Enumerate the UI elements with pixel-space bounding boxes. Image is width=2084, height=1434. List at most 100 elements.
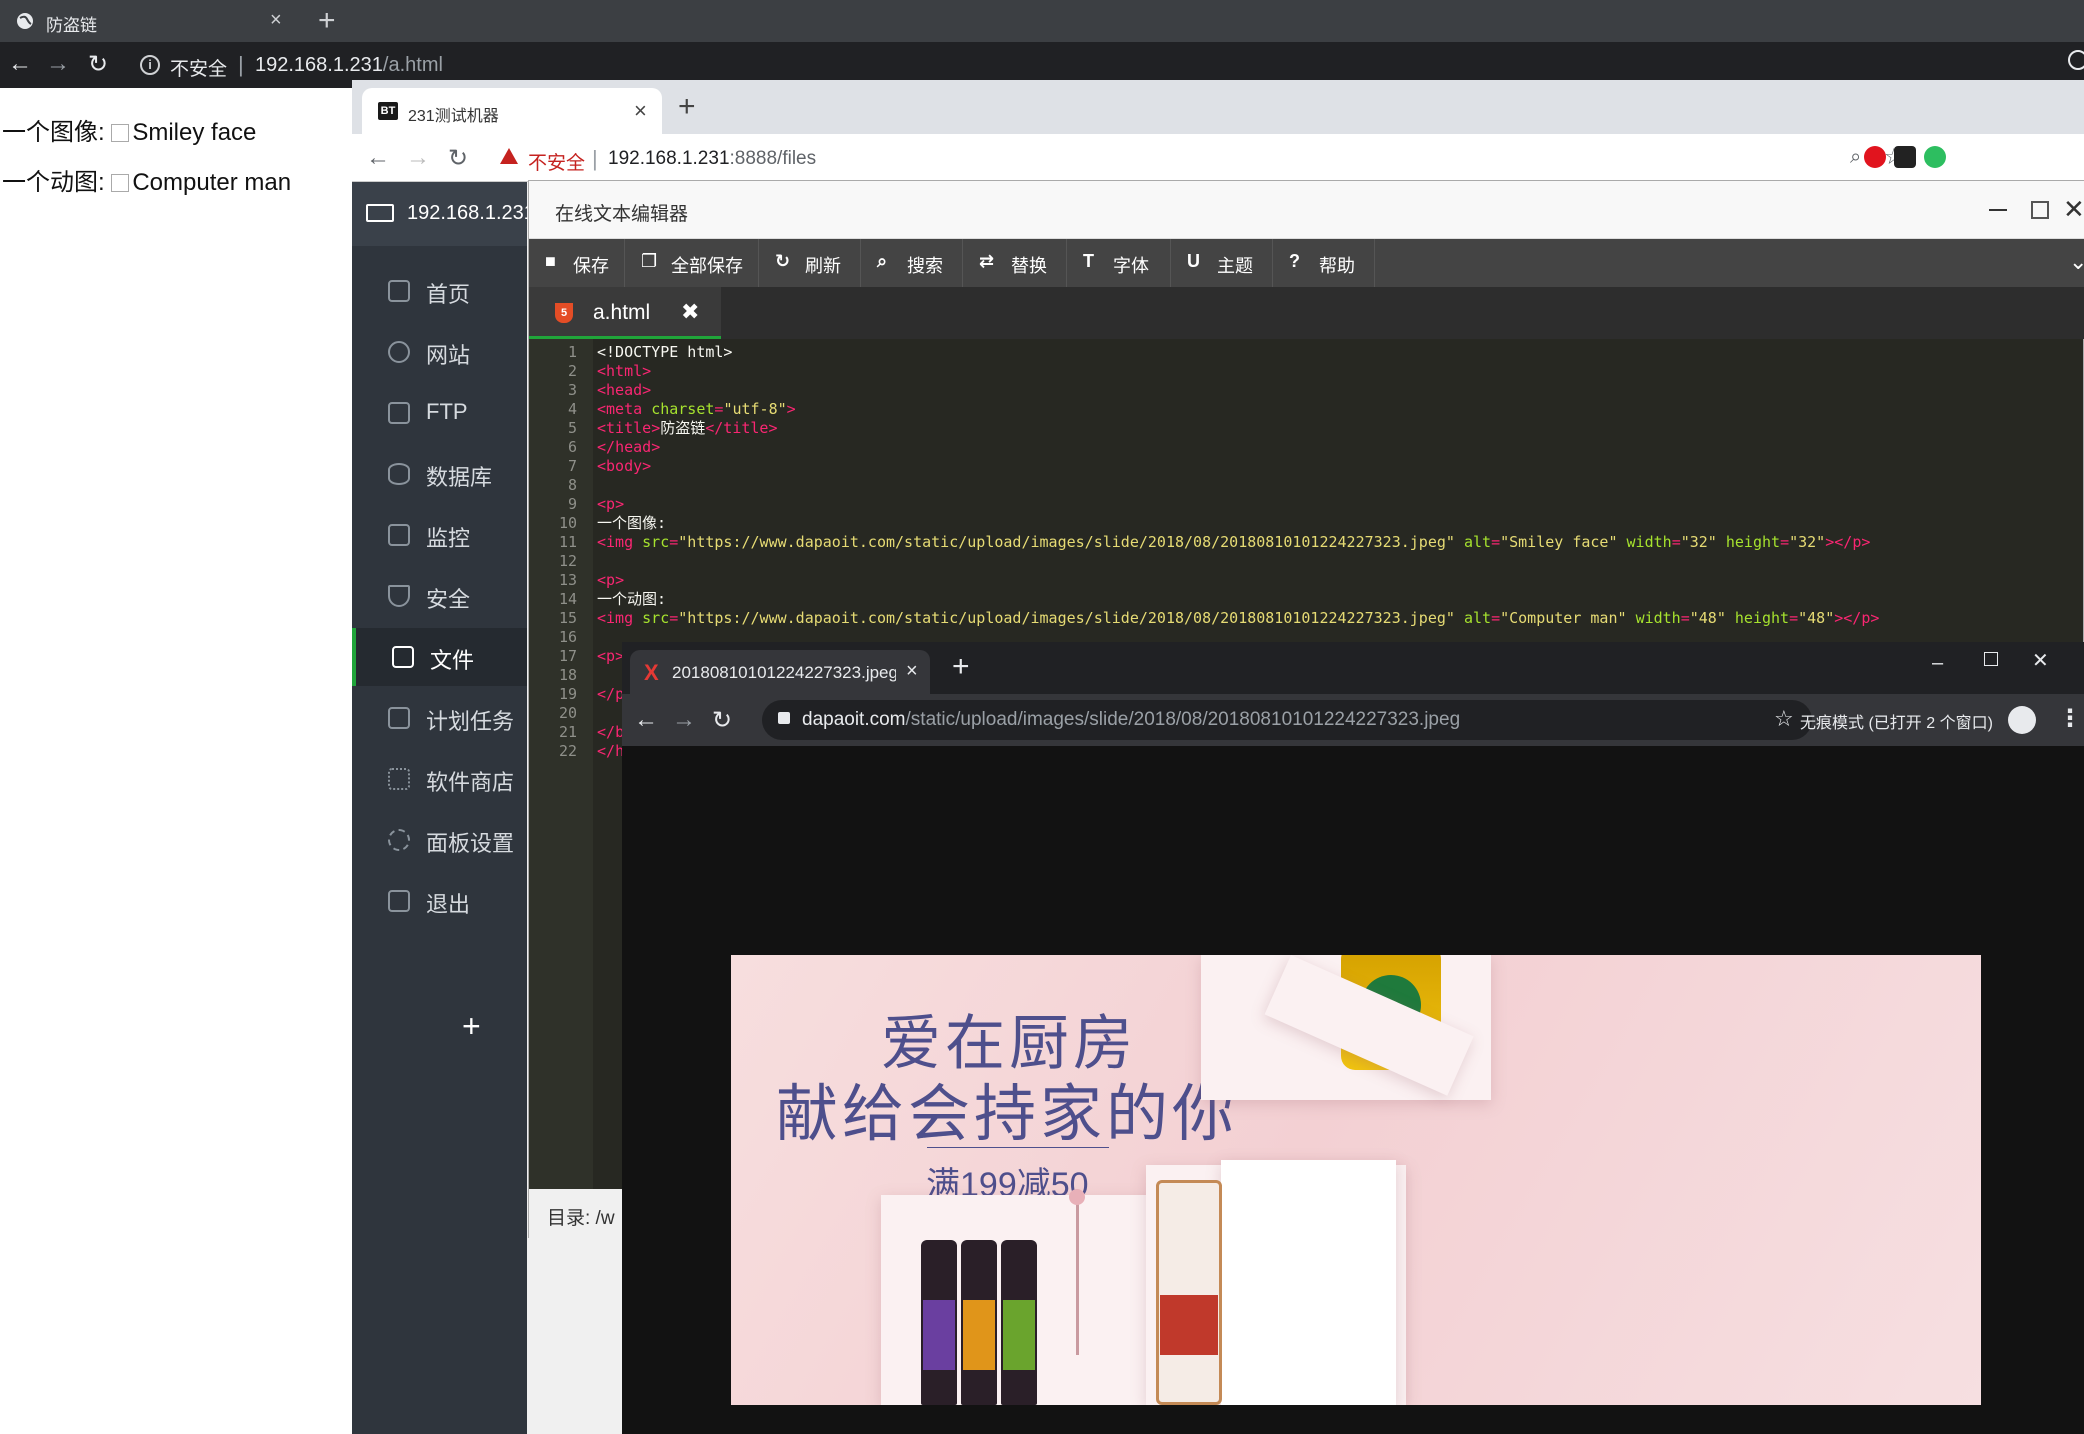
code-token: =	[1780, 533, 1790, 551]
warning-icon	[500, 148, 518, 164]
info-icon[interactable]: i	[140, 55, 160, 75]
add-button[interactable]: +	[462, 1008, 481, 1045]
zoom-icon[interactable]	[2068, 50, 2084, 70]
incognito-tab[interactable]: X 20180810101224227323.jpeg ×	[630, 650, 930, 694]
bottle-label	[1003, 1300, 1035, 1370]
chevron-down-icon[interactable]: ⌄	[2069, 249, 2084, 275]
line-number: 20	[558, 704, 577, 722]
incognito-icon[interactable]	[2008, 706, 2036, 734]
url-host: dapaoit.com	[802, 709, 906, 730]
font-button[interactable]: T 字体	[1067, 239, 1171, 287]
incognito-tabbar: X 20180810101224227323.jpeg × + – ✕	[622, 642, 2084, 694]
close-tab-icon[interactable]: ×	[906, 660, 918, 683]
back-icon[interactable]: ←	[8, 50, 32, 78]
sidebar-item-settings[interactable]: 面板设置	[352, 811, 527, 869]
address-bar[interactable]: dapaoit.com/static/upload/images/slide/2…	[762, 700, 1812, 740]
sidebar-item-database[interactable]: 数据库	[352, 445, 527, 503]
image-row-2: 一个动图: Computer man	[2, 162, 291, 197]
reload-icon[interactable]: ↻	[88, 50, 108, 79]
forward-icon[interactable]: →	[672, 706, 696, 734]
star-icon[interactable]: ☆	[1774, 706, 1794, 732]
address-bar[interactable]: 不安全 | 192.168.1.231:8888/files ⌕ ☆	[492, 140, 1932, 176]
close-icon[interactable]: ✕	[2063, 194, 2084, 225]
code-token: "48"	[1798, 609, 1835, 627]
incognito-label: 无痕模式 (已打开 2 个窗口)	[1800, 715, 1993, 732]
code-line: <body>	[597, 457, 651, 476]
theme-button[interactable]: U 主题	[1171, 239, 1273, 287]
sidebar-item-logout[interactable]: 退出	[352, 872, 527, 930]
code-token: =	[1491, 609, 1501, 627]
opera-ext-icon[interactable]	[1864, 146, 1886, 168]
bt-browser-tab[interactable]: BT 231测试机器 ×	[362, 88, 662, 134]
sidebar-item-label: 安全	[426, 587, 471, 612]
code-token: width	[1626, 533, 1672, 551]
code-token: "Computer man"	[1500, 609, 1627, 627]
code-token: </	[597, 685, 616, 703]
code-token: >	[642, 457, 652, 475]
code-token: <	[597, 381, 607, 399]
code-token: <	[597, 533, 607, 551]
code-line: </b	[597, 723, 624, 742]
new-tab-button[interactable]: +	[318, 4, 336, 38]
bt-sidebar: 192.168.1.231 首页 网站 FTP 数据库 监控 安全 文件 计划任…	[352, 182, 535, 1434]
code-token: </	[597, 723, 616, 741]
url-text: 192.168.1.231:8888/files	[608, 148, 816, 170]
help-button[interactable]: ? 帮助	[1273, 239, 1375, 287]
sidebar-item-home[interactable]: 首页	[352, 262, 527, 320]
refresh-button[interactable]: ↻ 刷新	[759, 239, 861, 287]
code-token: <	[597, 609, 607, 627]
minimize-icon[interactable]: –	[1932, 652, 1943, 675]
sidebar-item-monitor[interactable]: 监控	[352, 506, 527, 564]
code-token: "Smiley face"	[1500, 533, 1618, 551]
replace-button[interactable]: ⇄ 替换	[963, 239, 1067, 287]
code-token: img	[606, 609, 634, 627]
menu-icon[interactable]: ⋮	[2058, 704, 2082, 733]
sesame-oil-bottle	[1001, 1240, 1037, 1405]
sidebar-item-files[interactable]: 文件	[352, 628, 527, 686]
forward-icon[interactable]: →	[46, 50, 70, 78]
code-token: =	[1789, 609, 1799, 627]
close-tab-icon[interactable]: ×	[634, 98, 647, 124]
reload-icon[interactable]: ↻	[712, 706, 732, 735]
url-host: 192.168.1.231	[608, 148, 730, 169]
sidebar-item-cron[interactable]: 计划任务	[352, 689, 527, 747]
ghost-ext-icon[interactable]	[1894, 146, 1916, 168]
sidebar-item-security[interactable]: 安全	[352, 567, 527, 625]
code-token: title	[723, 419, 769, 437]
code-token: <	[597, 362, 607, 380]
code-token: alt	[1463, 609, 1492, 627]
save-button[interactable]: ■ 保存	[529, 239, 625, 287]
new-tab-button[interactable]: +	[952, 650, 970, 684]
minimize-icon[interactable]	[1989, 209, 2007, 211]
image-label: 一个图像:	[2, 119, 105, 146]
code-token: <	[597, 457, 607, 475]
sidebar-item-website[interactable]: 网站	[352, 323, 527, 381]
address-bar[interactable]: i 不安全 | 192.168.1.231/a.html	[130, 46, 2070, 84]
back-browser-tab[interactable]: 防盗链 ×	[0, 0, 300, 42]
code-token: head	[615, 438, 652, 456]
close-file-icon[interactable]: ✖	[681, 299, 699, 325]
maximize-icon[interactable]	[1984, 652, 1998, 666]
button-label: 主题	[1217, 256, 1253, 276]
sidebar-item-ftp[interactable]: FTP	[352, 384, 527, 442]
back-icon[interactable]: ←	[366, 144, 390, 172]
code-token: <	[597, 647, 607, 665]
save-all-button[interactable]: ❐ 全部保存	[625, 239, 759, 287]
maximize-icon[interactable]	[2031, 201, 2049, 219]
back-icon[interactable]: ←	[634, 706, 658, 734]
evernote-ext-icon[interactable]	[1924, 146, 1946, 168]
file-tab[interactable]: 5 a.html ✖	[529, 287, 721, 339]
code-token: 一个图像:	[597, 514, 667, 532]
reload-icon[interactable]: ↻	[448, 144, 468, 173]
code-line: </h	[597, 742, 624, 761]
search-button[interactable]: ⌕ 搜索	[861, 239, 963, 287]
close-icon[interactable]: ✕	[2032, 648, 2049, 673]
close-tab-icon[interactable]: ×	[270, 9, 282, 32]
server-name: 192.168.1.231	[407, 202, 535, 224]
new-tab-button[interactable]: +	[678, 90, 696, 124]
forward-icon[interactable]: →	[406, 144, 430, 172]
sidebar-item-store[interactable]: 软件商店	[352, 750, 527, 808]
zoom-icon[interactable]: ⌕	[1850, 146, 1861, 169]
monitor-icon	[388, 524, 410, 546]
html5-icon: 5	[555, 303, 573, 323]
